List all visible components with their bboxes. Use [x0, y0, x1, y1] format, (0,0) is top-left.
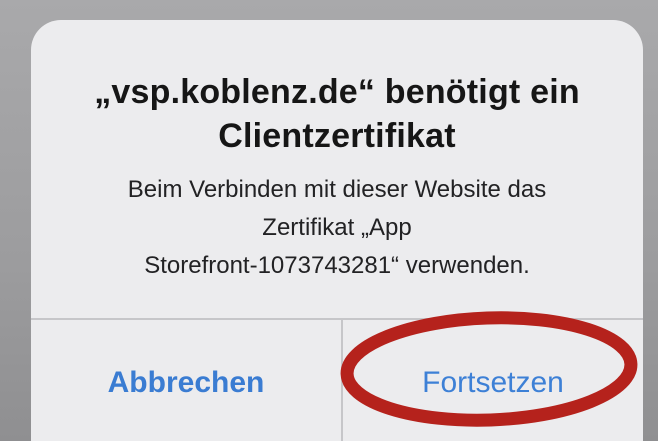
alert-message: Beim Verbinden mit dieser Website das Ze…: [31, 171, 643, 285]
alert-title-line: Clientzertifikat: [218, 117, 456, 155]
alert-message-line: Beim Verbinden mit dieser Website das: [127, 176, 547, 203]
alert-message-line: Zertifikat „App: [262, 214, 412, 241]
alert-title: „vsp.koblenz.de“ benötigt ein Clientzert…: [31, 70, 643, 158]
alert-title-line: „vsp.koblenz.de“ benötigt ein: [94, 73, 580, 111]
continue-button[interactable]: Fortsetzen: [343, 320, 643, 441]
alert-body: „vsp.koblenz.de“ benötigt ein Clientzert…: [31, 20, 643, 318]
alert-message-line: Storefront-1073743281“ verwenden.: [144, 252, 530, 279]
certificate-alert-dialog: „vsp.koblenz.de“ benötigt ein Clientzert…: [31, 20, 643, 441]
cancel-button[interactable]: Abbrechen: [31, 320, 341, 441]
